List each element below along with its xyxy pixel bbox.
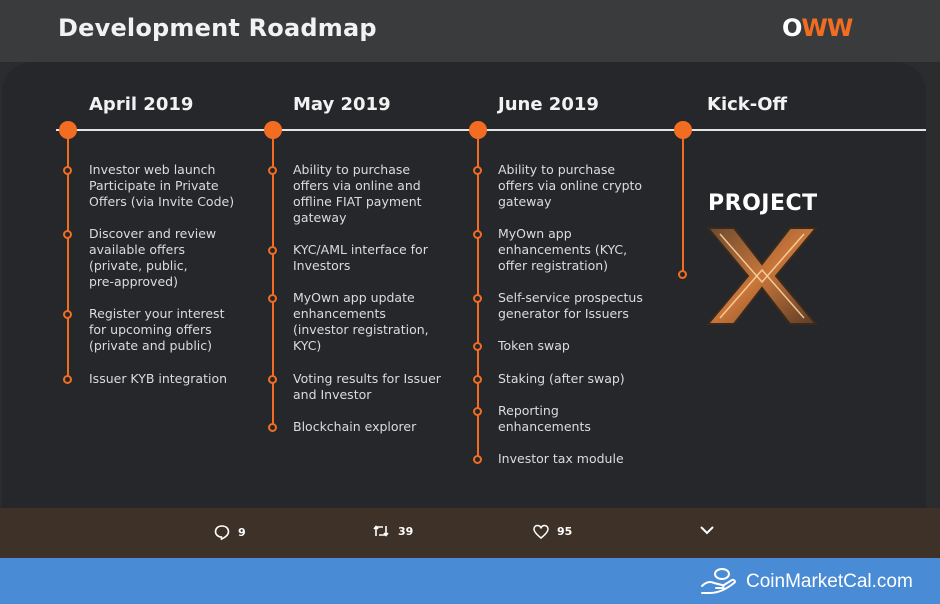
column-heading-may: May 2019 [293, 94, 391, 115]
chevron-down-icon[interactable] [699, 524, 715, 536]
bullet-dot [473, 294, 482, 303]
like-count: 95 [557, 525, 573, 538]
bullet-dot [473, 375, 482, 384]
bullet-dot [268, 246, 277, 255]
retweet-icon [373, 525, 389, 537]
roadmap-item: Self-service prospectus generator for Is… [498, 290, 643, 321]
bullet-dot [63, 375, 72, 384]
reply-button[interactable]: 9 [214, 524, 246, 540]
roadmap-item: Discover and review available offers (pr… [89, 226, 217, 289]
bullet-dot [268, 423, 277, 432]
roadmap-item: MyOwn app update enhancements (investor … [293, 290, 429, 353]
bullet-dot [268, 294, 277, 303]
roadmap-item: Ability to purchase offers via online cr… [498, 162, 643, 209]
roadmap-item: Token swap [498, 338, 570, 353]
roadmap-item: Investor tax module [498, 451, 624, 466]
heart-icon [533, 524, 549, 539]
timeline-line [56, 129, 926, 131]
bullet-dot [63, 230, 72, 239]
roadmap-item: Issuer KYB integration [89, 371, 228, 386]
roadmap-item: Blockchain explorer [293, 419, 417, 434]
own-logo: OWW [782, 14, 853, 42]
bullet-dot [678, 270, 687, 279]
tweet-action-bar [0, 508, 940, 558]
retweet-button[interactable]: 39 [372, 524, 413, 538]
roadmap-item: Investor web launch Participate in Priva… [89, 162, 235, 209]
bullet-dot [473, 407, 482, 416]
coinmarketcal-brand[interactable]: CoinMarketCal.com [746, 571, 913, 593]
roadmap-item: Reporting enhancements [498, 403, 591, 434]
roadmap-item: Ability to purchase offers via online an… [293, 162, 422, 225]
bullet-dot [268, 166, 277, 175]
project-x-title: PROJECT [708, 191, 818, 216]
roadmap-item: Voting results for Issuer and Investor [293, 371, 441, 402]
column-heading-april: April 2019 [89, 94, 194, 115]
roadmap-item: Staking (after swap) [498, 371, 625, 386]
column-heading-kickoff: Kick-Off [707, 94, 788, 115]
page-title: Development Roadmap [58, 14, 377, 42]
bullet-dot [268, 375, 277, 384]
bullet-dot [473, 342, 482, 351]
bullet-dot [63, 310, 72, 319]
roadmap-item: MyOwn app enhancements (KYC, offer regis… [498, 226, 628, 273]
column-heading-june: June 2019 [498, 94, 599, 115]
like-button[interactable]: 95 [533, 524, 572, 539]
bullet-dot [473, 455, 482, 464]
retweet-count: 39 [398, 524, 414, 538]
project-x-graphic [706, 227, 818, 325]
coin-hand-icon [701, 568, 736, 594]
roadmap-item: KYC/AML interface for Investors [293, 242, 428, 273]
bullet-dot [473, 230, 482, 239]
timeline-branch [682, 136, 684, 271]
reply-count: 9 [238, 525, 246, 539]
bullet-dot [473, 166, 482, 175]
roadmap-item: Register your interest for upcoming offe… [89, 306, 225, 353]
reply-icon [214, 525, 230, 540]
bullet-dot [63, 166, 72, 175]
